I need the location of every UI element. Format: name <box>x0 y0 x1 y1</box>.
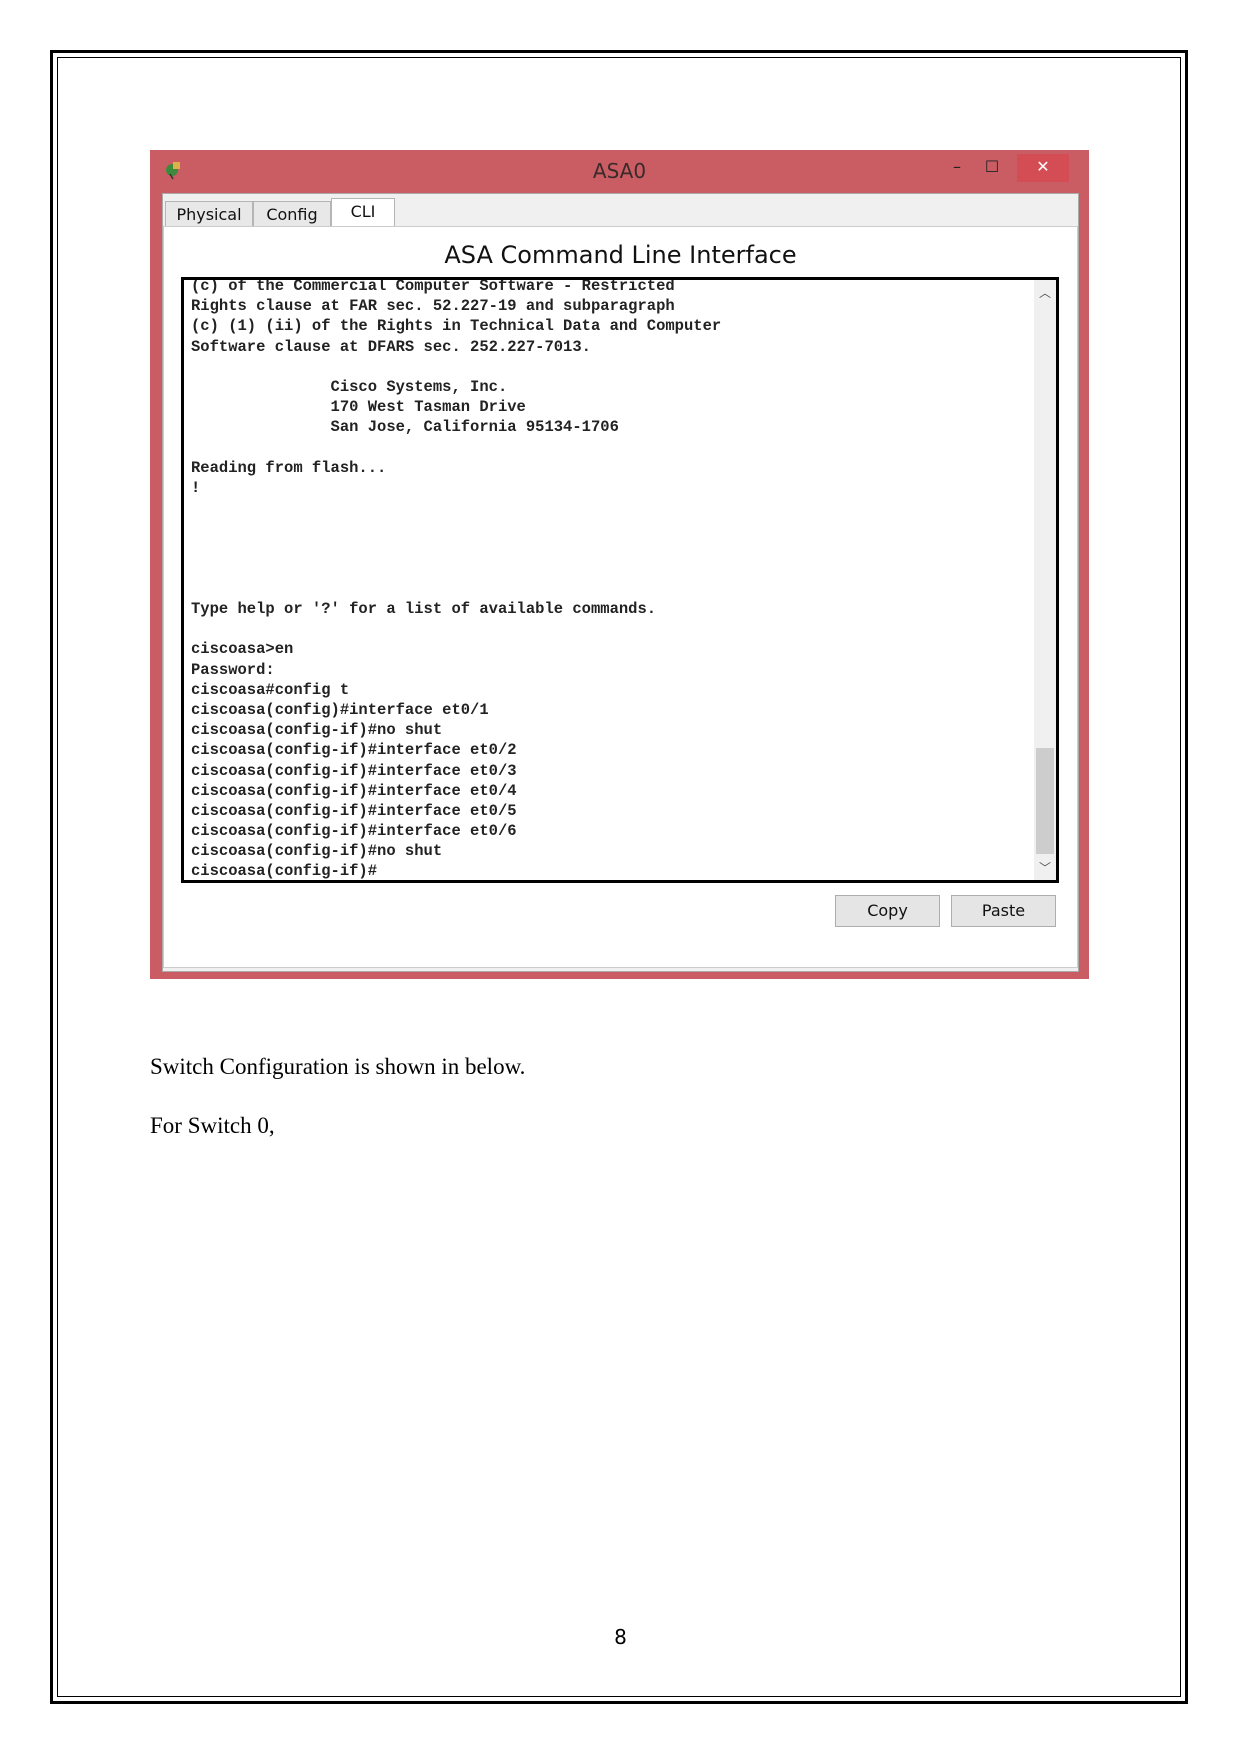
terminal-output[interactable]: (c) of the Commercial Computer Software … <box>181 277 1059 883</box>
terminal-line: (c) of the Commercial Computer Software … <box>191 277 675 295</box>
terminal-line: 170 West Tasman Drive <box>191 398 526 417</box>
terminal-line: (c) (1) (ii) of the Rights in Technical … <box>191 317 722 336</box>
asa-window: ASA0 – ☐ ✕ Physical Config CLI ASA Comma… <box>150 150 1089 979</box>
terminal-line: ciscoasa(config-if)#interface et0/2 <box>191 741 517 760</box>
terminal-line: ciscoasa(config-if)#interface et0/5 <box>191 801 517 820</box>
close-button[interactable]: ✕ <box>1017 154 1069 182</box>
terminal-line: Rights clause at FAR sec. 52.227-19 and … <box>191 297 675 316</box>
scroll-down-icon[interactable]: ﹀ <box>1034 859 1056 876</box>
tab-physical[interactable]: Physical <box>165 201 253 228</box>
document-page: ASA0 – ☐ ✕ Physical Config CLI ASA Comma… <box>0 0 1241 1754</box>
scrollbar-thumb[interactable] <box>1036 748 1054 854</box>
terminal-line: ciscoasa(config-if)#interface et0/3 <box>191 761 517 780</box>
terminal-line: ciscoasa>en <box>191 640 294 659</box>
paragraph: Switch Configuration is shown in below. <box>150 1054 526 1079</box>
terminal-line: San Jose, California 95134-1706 <box>191 418 619 437</box>
window-client: Physical Config CLI ASA Command Line Int… <box>162 193 1079 972</box>
minimize-button[interactable]: – <box>945 154 969 182</box>
terminal-line: Reading from flash... <box>191 458 387 477</box>
terminal-line: ciscoasa(config-if)#interface et0/4 <box>191 781 517 800</box>
terminal-line: Password: <box>191 660 275 679</box>
terminal-line: ciscoasa(config)#interface et0/1 <box>191 700 489 719</box>
cli-panel: ASA Command Line Interface (c) of the Co… <box>163 226 1078 968</box>
terminal-line: ciscoasa(config-if)# <box>191 862 378 881</box>
terminal-lines: (c) of the Commercial Computer Software … <box>191 277 722 881</box>
page-number: 8 <box>614 1625 627 1649</box>
terminal-line: ciscoasa#config t <box>191 680 350 699</box>
terminal-line: ciscoasa(config-if)#no shut <box>191 842 443 861</box>
panel-title: ASA Command Line Interface <box>444 241 797 269</box>
terminal-line: Software clause at DFARS sec. 252.227-70… <box>191 337 591 356</box>
terminal-line: Type help or '?' for a list of available… <box>191 600 657 618</box>
terminal-line: Cisco Systems, Inc. <box>191 377 508 396</box>
paste-button[interactable]: Paste <box>951 895 1056 927</box>
paragraph: For Switch 0, <box>150 1113 275 1138</box>
tab-config[interactable]: Config <box>253 201 331 228</box>
terminal-line: ! <box>191 478 201 497</box>
terminal-line: ciscoasa(config-if)#no shut <box>191 721 443 740</box>
tab-cli[interactable]: CLI <box>331 198 395 229</box>
copy-button[interactable]: Copy <box>835 895 940 927</box>
title-bar: ASA0 – ☐ ✕ <box>150 150 1089 193</box>
vertical-scrollbar[interactable]: ︿ ﹀ <box>1034 280 1056 880</box>
terminal-line: ciscoasa(config-if)#interface et0/6 <box>191 822 517 841</box>
scroll-up-icon[interactable]: ︿ <box>1034 284 1056 301</box>
maximize-button[interactable]: ☐ <box>978 154 1006 182</box>
